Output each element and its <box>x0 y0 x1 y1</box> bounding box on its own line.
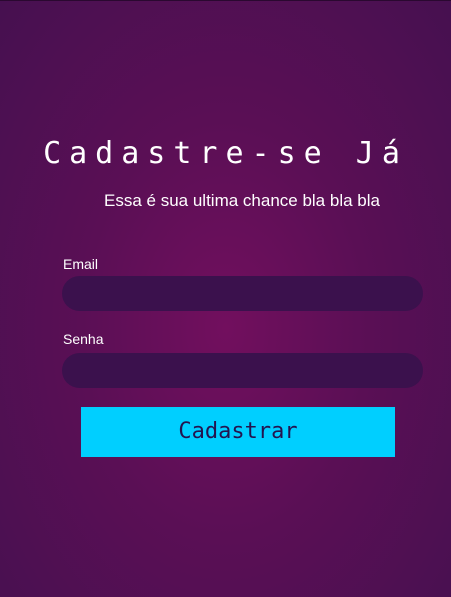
password-label: Senha <box>63 331 104 347</box>
email-label: Email <box>63 256 99 272</box>
password-field[interactable] <box>62 353 423 388</box>
email-field[interactable] <box>62 276 423 311</box>
signup-button[interactable]: Cadastrar <box>81 407 395 457</box>
top-border <box>0 0 451 1</box>
page-title: Cadastre-se Já <box>43 136 408 171</box>
page-subtitle: Essa é sua ultima chance bla bla bla <box>104 191 380 210</box>
